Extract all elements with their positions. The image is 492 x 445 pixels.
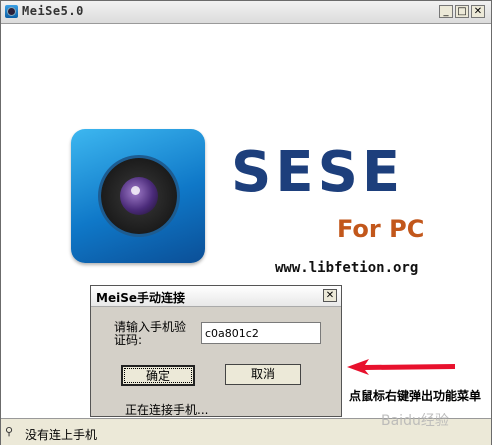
dialog-title: MeiSe手动连接 — [96, 291, 185, 305]
camera-logo-icon — [71, 129, 205, 263]
arrow-shape — [347, 359, 455, 375]
cancel-button[interactable]: 取消 — [225, 364, 301, 385]
brand-logo-text: SESE — [231, 140, 405, 205]
window-title: MeiSe5.0 — [22, 4, 84, 18]
website-url: www.libfetion.org — [275, 260, 419, 276]
verification-code-input[interactable] — [201, 322, 321, 344]
manual-connect-dialog: MeiSe手动连接 ✕ 请输入手机验证码: 确定 取消 正在连接手机... — [90, 285, 342, 417]
connecting-status: 正在连接手机... — [125, 403, 209, 417]
minimize-button[interactable]: _ — [439, 5, 453, 18]
camera-app-icon — [5, 5, 18, 18]
annotation-arrow-icon — [347, 359, 455, 375]
brand-subtitle: For PC — [337, 215, 425, 243]
dialog-title-bar[interactable]: MeiSe手动连接 ✕ — [91, 286, 341, 307]
dialog-close-button[interactable]: ✕ — [323, 289, 337, 302]
watermark: Baidu经验 — [381, 413, 449, 429]
close-button[interactable]: ✕ — [471, 5, 485, 18]
title-bar[interactable]: MeiSe5.0 _ □ ✕ — [1, 1, 491, 24]
ok-button[interactable]: 确定 — [121, 365, 195, 386]
phone-icon: ⚲ — [5, 425, 14, 438]
code-label: 请输入手机验证码: — [114, 320, 187, 347]
connection-status: 没有连上手机 — [25, 428, 98, 442]
main-window: MeiSe5.0 _ □ ✕ SESE For PC www.libfetion… — [0, 0, 492, 445]
context-menu-hint: 点鼠标右键弹出功能菜单 — [349, 389, 482, 403]
maximize-button[interactable]: □ — [455, 5, 469, 18]
